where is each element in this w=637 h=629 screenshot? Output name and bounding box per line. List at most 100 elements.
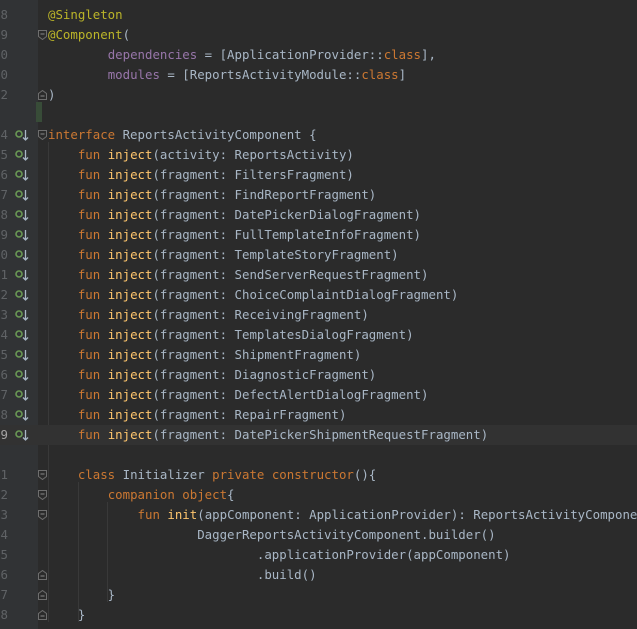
line-number[interactable]: 6 — [0, 165, 8, 185]
code-text[interactable]: fun inject(fragment: ChoiceComplaintDial… — [48, 285, 458, 305]
line-number[interactable]: 0 — [0, 45, 8, 65]
implementing-method-icon[interactable] — [15, 148, 29, 162]
code-text[interactable]: fun inject(fragment: FullTemplateInfoFra… — [48, 225, 421, 245]
code-line[interactable]: 4 fun inject(fragment: TemplatesDialogFr… — [0, 325, 637, 345]
code-text[interactable]: } — [48, 605, 85, 625]
fold-close-icon[interactable] — [38, 90, 47, 100]
line-number[interactable]: 9 — [0, 25, 8, 45]
fold-close-icon[interactable] — [38, 590, 47, 600]
line-number[interactable]: 6 — [0, 365, 8, 385]
implementing-method-icon[interactable] — [15, 208, 29, 222]
implementing-method-icon[interactable] — [15, 228, 29, 242]
code-text[interactable]: class Initializer private constructor(){ — [48, 465, 376, 485]
code-line[interactable]: 6 fun inject(fragment: DiagnosticFragmen… — [0, 365, 637, 385]
code-line[interactable]: 7 fun inject(fragment: DefectAlertDialog… — [0, 385, 637, 405]
fold-open-icon[interactable] — [38, 510, 47, 520]
line-number[interactable]: 4 — [0, 325, 8, 345]
code-text[interactable]: fun inject(fragment: ReceivingFragment) — [48, 305, 369, 325]
line-number[interactable]: 7 — [0, 385, 8, 405]
line-number[interactable]: 3 — [0, 305, 8, 325]
code-text[interactable]: ) — [48, 85, 55, 105]
code-text[interactable]: fun inject(fragment: SendServerRequestFr… — [48, 265, 429, 285]
code-line[interactable]: 3 fun init(appComponent: ApplicationProv… — [0, 505, 637, 525]
line-number[interactable]: 4 — [0, 525, 8, 545]
line-number[interactable]: 5 — [0, 345, 8, 365]
fold-open-icon[interactable] — [38, 30, 47, 40]
code-text[interactable]: .applicationProvider(appComponent) — [48, 545, 511, 565]
line-number[interactable] — [0, 445, 8, 465]
code-text[interactable]: dependencies = [ApplicationProvider::cla… — [48, 45, 436, 65]
line-number[interactable]: 0 — [0, 65, 8, 85]
code-text[interactable]: DaggerReportsActivityComponent.builder() — [48, 525, 495, 545]
code-text[interactable]: fun inject(fragment: FindReportFragment) — [48, 185, 376, 205]
code-text[interactable]: @Component( — [48, 25, 130, 45]
code-line[interactable]: 0 dependencies = [ApplicationProvider::c… — [0, 45, 637, 65]
code-text[interactable]: interface ReportsActivityComponent { — [48, 125, 317, 145]
implementing-method-icon[interactable] — [15, 248, 29, 262]
implementing-method-icon[interactable] — [15, 368, 29, 382]
implementing-method-icon[interactable] — [15, 288, 29, 302]
code-line[interactable]: 2 fun inject(fragment: ChoiceComplaintDi… — [0, 285, 637, 305]
implementing-method-icon[interactable] — [15, 268, 29, 282]
code-text[interactable]: fun inject(fragment: TemplatesDialogFrag… — [48, 325, 414, 345]
code-line[interactable]: 5 fun inject(fragment: ShipmentFragment) — [0, 345, 637, 365]
line-number[interactable]: 4 — [0, 125, 8, 145]
code-line[interactable]: 3 fun inject(fragment: ReceivingFragment… — [0, 305, 637, 325]
code-line[interactable]: 5 fun inject(activity: ReportsActivity) — [0, 145, 637, 165]
fold-open-icon[interactable] — [38, 470, 47, 480]
implementing-method-icon[interactable] — [15, 128, 29, 142]
code-text[interactable]: fun inject(fragment: FiltersFragment) — [48, 165, 354, 185]
line-number[interactable]: 9 — [0, 425, 8, 445]
line-number[interactable]: 1 — [0, 265, 8, 285]
code-line[interactable]: 8 fun inject(fragment: RepairFragment) — [0, 405, 637, 425]
code-line[interactable]: 9 fun inject(fragment: DatePickerShipmen… — [0, 425, 637, 445]
implementing-method-icon[interactable] — [15, 428, 29, 442]
code-line[interactable]: 8 fun inject(fragment: DatePickerDialogF… — [0, 205, 637, 225]
fold-close-icon[interactable] — [38, 610, 47, 620]
code-text[interactable]: companion object{ — [48, 485, 235, 505]
implementing-method-icon[interactable] — [15, 408, 29, 422]
fold-open-icon[interactable] — [38, 490, 47, 500]
line-number[interactable]: 6 — [0, 565, 8, 585]
code-text[interactable]: fun inject(fragment: DiagnosticFragment) — [48, 365, 376, 385]
code-text[interactable]: fun inject(fragment: ShipmentFragment) — [48, 345, 362, 365]
code-text[interactable]: fun inject(fragment: DatePickerDialogFra… — [48, 205, 421, 225]
code-line[interactable]: 4 interface ReportsActivityComponent { — [0, 125, 637, 145]
code-text[interactable]: fun inject(fragment: RepairFragment) — [48, 405, 347, 425]
line-number[interactable]: 2 — [0, 285, 8, 305]
implementing-method-icon[interactable] — [15, 188, 29, 202]
code-line[interactable]: 6 .build() — [0, 565, 637, 585]
code-line[interactable]: 0 fun inject(fragment: TemplateStoryFrag… — [0, 245, 637, 265]
implementing-method-icon[interactable] — [15, 308, 29, 322]
code-line[interactable]: 6 fun inject(fragment: FiltersFragment) — [0, 165, 637, 185]
line-number[interactable]: 0 — [0, 245, 8, 265]
line-number[interactable]: 8 — [0, 605, 8, 625]
code-line[interactable]: 8 @Singleton — [0, 5, 637, 25]
line-number[interactable]: 5 — [0, 145, 8, 165]
implementing-method-icon[interactable] — [15, 348, 29, 362]
line-number[interactable]: 7 — [0, 585, 8, 605]
code-line[interactable]: 1 fun inject(fragment: SendServerRequest… — [0, 265, 637, 285]
code-text[interactable]: } — [48, 585, 115, 605]
code-line[interactable] — [0, 105, 637, 125]
implementing-method-icon[interactable] — [15, 168, 29, 182]
line-number[interactable]: 7 — [0, 185, 8, 205]
line-number[interactable]: 3 — [0, 505, 8, 525]
implementing-method-icon[interactable] — [15, 388, 29, 402]
code-line[interactable]: 5 .applicationProvider(appComponent) — [0, 545, 637, 565]
code-text[interactable]: modules = [ReportsActivityModule::class] — [48, 65, 406, 85]
line-number[interactable]: 9 — [0, 225, 8, 245]
code-line[interactable]: 7 } — [0, 585, 637, 605]
code-line[interactable]: 1 class Initializer private constructor(… — [0, 465, 637, 485]
code-text[interactable]: fun inject(fragment: DefectAlertDialogFr… — [48, 385, 429, 405]
code-line[interactable]: 0 modules = [ReportsActivityModule::clas… — [0, 65, 637, 85]
code-line[interactable]: 9 @Component( — [0, 25, 637, 45]
line-number[interactable]: 5 — [0, 545, 8, 565]
code-line[interactable]: 7 fun inject(fragment: FindReportFragmen… — [0, 185, 637, 205]
line-number[interactable]: 8 — [0, 5, 8, 25]
code-text[interactable]: @Singleton — [48, 5, 123, 25]
code-text[interactable]: fun inject(fragment: TemplateStoryFragme… — [48, 245, 399, 265]
implementing-method-icon[interactable] — [15, 328, 29, 342]
fold-open-icon[interactable] — [38, 130, 47, 140]
code-line[interactable]: 2 companion object{ — [0, 485, 637, 505]
